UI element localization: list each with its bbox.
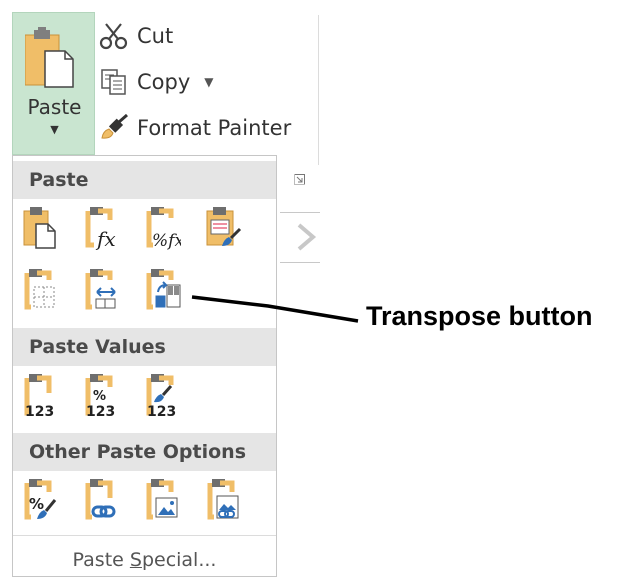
transpose-annotation-label: Transpose button <box>366 301 593 331</box>
callout-line <box>191 295 359 323</box>
